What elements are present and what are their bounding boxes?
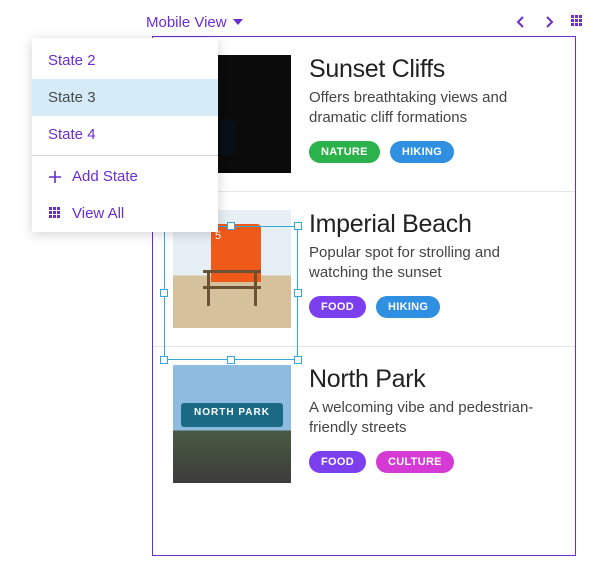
tag-row: NATURE HIKING (309, 141, 559, 163)
tag[interactable]: NATURE (309, 141, 380, 163)
grid-icon (48, 207, 62, 221)
state-option-label: State 4 (48, 126, 96, 143)
card-title: Sunset Cliffs (309, 55, 559, 84)
view-all-button[interactable]: View All (32, 195, 218, 232)
dropdown-separator (32, 155, 218, 156)
tag[interactable]: FOOD (309, 296, 366, 318)
card-description: A welcoming vibe and pedestrian-friendly… (309, 398, 559, 439)
view-mode-dropdown-trigger[interactable]: Mobile View (146, 14, 243, 31)
toolbar-right (514, 14, 586, 30)
thumbnail-sign-text: NORTH PARK (173, 407, 291, 418)
view-mode-label: Mobile View (146, 14, 227, 31)
tag[interactable]: CULTURE (376, 451, 454, 473)
add-state-button[interactable]: Add State (32, 158, 218, 195)
prev-button[interactable] (514, 15, 528, 29)
state-option[interactable]: State 4 (32, 116, 218, 153)
card-description: Popular spot for strolling and watching … (309, 243, 559, 284)
state-option[interactable]: State 2 (32, 42, 218, 79)
plus-icon (48, 170, 62, 184)
caret-down-icon (233, 19, 243, 25)
state-option-label: State 2 (48, 52, 96, 69)
next-button[interactable] (542, 15, 556, 29)
card-body: North Park A welcoming vibe and pedestri… (309, 365, 559, 483)
state-dropdown: State 2 State 3 State 4 Add State View A… (32, 38, 218, 232)
state-option-label: State 3 (48, 89, 96, 106)
card-title: Imperial Beach (309, 210, 559, 239)
card-description: Offers breathtaking views and dramatic c… (309, 88, 559, 129)
card-body: Sunset Cliffs Offers breathtaking views … (309, 55, 559, 173)
card-thumbnail: NORTH PARK (173, 365, 291, 483)
toolbar: Mobile View (0, 8, 600, 36)
tag[interactable]: HIKING (376, 296, 440, 318)
tag-row: FOOD HIKING (309, 296, 559, 318)
view-all-label: View All (72, 205, 124, 222)
state-option[interactable]: State 3 (32, 79, 218, 116)
add-state-label: Add State (72, 168, 138, 185)
card-body: Imperial Beach Popular spot for strollin… (309, 210, 559, 328)
list-item[interactable]: NORTH PARK North Park A welcoming vibe a… (153, 347, 575, 501)
tag-row: FOOD CULTURE (309, 451, 559, 473)
tag[interactable]: FOOD (309, 451, 366, 473)
grid-view-button[interactable] (570, 14, 586, 30)
card-title: North Park (309, 365, 559, 394)
tag[interactable]: HIKING (390, 141, 454, 163)
